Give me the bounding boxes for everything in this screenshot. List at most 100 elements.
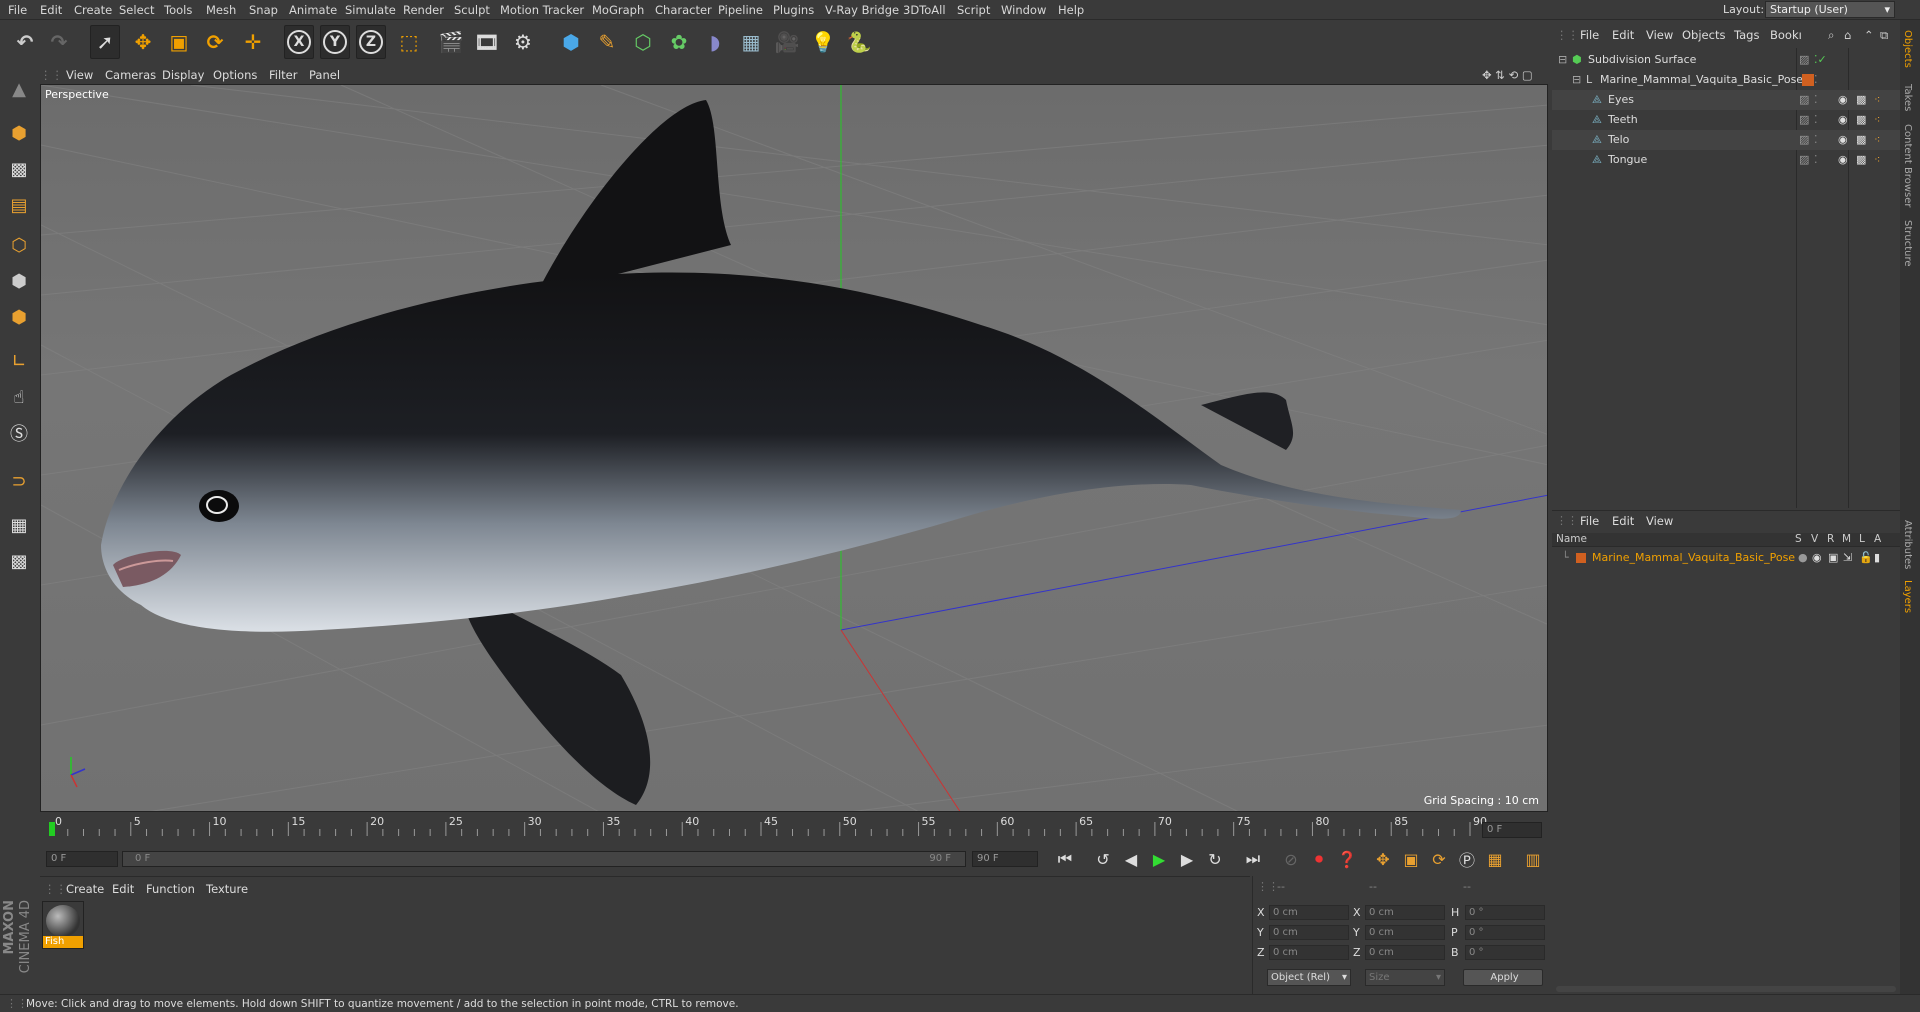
redo-icon[interactable]: ↷ — [44, 25, 74, 59]
texture-tag-icon[interactable]: ▩ — [1856, 133, 1866, 146]
range-slider[interactable]: 0 F 90 F — [122, 851, 966, 867]
object-row-tongue[interactable]: ⟁ Tongue ▨ ⁚ ◉ ▩ ⁖ — [1552, 150, 1900, 170]
menu-plugins[interactable]: Plugins — [773, 3, 814, 17]
rot-h-field[interactable]: 0 ° — [1465, 905, 1545, 920]
object-menu-file[interactable]: File — [1580, 28, 1599, 42]
menu-window[interactable]: Window — [1001, 3, 1046, 17]
next-key-icon[interactable]: ↻ — [1202, 846, 1228, 872]
rotate-icon[interactable]: ⟳ — [200, 25, 230, 59]
point-mode-icon[interactable]: ⬡ — [4, 230, 34, 260]
tab-content-browser[interactable]: Content Browser — [1902, 124, 1913, 207]
viewport-menu-cameras[interactable]: Cameras — [105, 68, 156, 82]
menu-animate[interactable]: Animate — [289, 3, 337, 17]
size-z-field[interactable]: 0 cm — [1365, 945, 1445, 960]
edge-mode-icon[interactable]: ⬢ — [4, 266, 34, 296]
3d-viewport[interactable]: Perspective Grid Spacing : 10 cm — [40, 84, 1548, 812]
material-tag-icon[interactable]: ◉ — [1838, 93, 1848, 106]
home-icon[interactable]: ⌂ — [1844, 28, 1851, 42]
render-settings-icon[interactable]: ⚙ — [508, 25, 538, 59]
size-x-field[interactable]: 0 cm — [1365, 905, 1445, 920]
coord-mode-select[interactable]: Object (Rel) ▾ — [1267, 969, 1351, 986]
camera-icon[interactable]: 🎥 — [772, 25, 802, 59]
visibility-dots-icon[interactable]: ⁚ — [1814, 93, 1818, 106]
deformer-icon[interactable]: ◗ — [700, 25, 730, 59]
cube-icon[interactable]: ⬢ — [556, 25, 586, 59]
tab-attributes[interactable]: Attributes — [1902, 520, 1913, 569]
texture-tag-icon[interactable]: ▩ — [1856, 153, 1866, 166]
layer-menu-file[interactable]: File — [1580, 514, 1599, 528]
magnet-icon[interactable]: ⊃ — [4, 466, 34, 496]
selection-tag-icon[interactable]: ⁖ — [1874, 153, 1880, 166]
object-row-subdivision-surface[interactable]: ⊟ ⬢ Subdivision Surface ▨ ⁚✓ — [1552, 50, 1900, 70]
search-icon[interactable]: ⌕ — [1828, 28, 1834, 43]
selection-tag-icon[interactable]: ⁖ — [1874, 93, 1880, 106]
make-editable-icon[interactable]: ▲ — [4, 74, 34, 104]
menu-tools[interactable]: Tools — [164, 3, 192, 17]
visibility-dots-icon[interactable]: ⁚ — [1814, 113, 1818, 126]
record-icon[interactable]: ⏺ — [1306, 846, 1332, 872]
menu-vray-bridge[interactable]: V-Ray Bridge — [825, 3, 899, 17]
tweak-mode-icon[interactable]: ☝ — [4, 382, 34, 412]
play-icon[interactable]: ▶ — [1146, 846, 1172, 872]
tab-layers[interactable]: Layers — [1902, 580, 1913, 613]
model-mode-icon[interactable]: ⬢ — [4, 118, 34, 148]
lock-icon[interactable]: 🔓 — [1859, 551, 1873, 564]
planar-workplane-icon[interactable]: ▩ — [4, 546, 34, 576]
manager-icon[interactable]: ⇲ — [1843, 551, 1852, 564]
render-view-icon[interactable]: 🎬 — [436, 25, 466, 59]
menu-edit[interactable]: Edit — [40, 3, 62, 17]
key-scale-icon[interactable]: ▣ — [1398, 846, 1424, 872]
autokey-icon[interactable]: ❓ — [1334, 846, 1360, 872]
menu-render[interactable]: Render — [403, 3, 444, 17]
material-menu-function[interactable]: Function — [146, 882, 195, 896]
viewport-menu-view[interactable]: View — [66, 68, 93, 82]
menu-create[interactable]: Create — [74, 3, 112, 17]
eye-icon[interactable]: ◉ — [1812, 551, 1822, 564]
selection-tag-icon[interactable]: ⁖ — [1874, 113, 1880, 126]
viewport-nav-icons[interactable]: ✥ ⇅ ⟲ ▢ — [1482, 68, 1533, 82]
key-move-icon[interactable]: ✥ — [1370, 846, 1396, 872]
layer-row[interactable]: └ Marine_Mammal_Vaquita_Basic_Pose ● ◉ ▣… — [1552, 549, 1900, 567]
workplane-mode-icon[interactable]: ▤ — [4, 190, 34, 220]
render-icon[interactable]: ▣ — [1828, 551, 1838, 564]
menu-motion-tracker[interactable]: Motion Tracker — [500, 3, 584, 17]
solo-icon[interactable]: ● — [1798, 551, 1808, 564]
key-param-icon[interactable]: Ⓟ — [1454, 846, 1480, 872]
menu-script[interactable]: Script — [957, 3, 990, 17]
rot-b-field[interactable]: 0 ° — [1465, 945, 1545, 960]
check-icon[interactable]: ⁚✓ — [1814, 53, 1827, 66]
render-picture-viewer-icon[interactable]: 🎞 — [472, 25, 502, 59]
tab-structure[interactable]: Structure — [1902, 220, 1913, 267]
coord-size-select[interactable]: Size ▾ — [1365, 969, 1445, 986]
python-icon[interactable]: 🐍 — [844, 25, 874, 59]
layout-select[interactable]: Startup (User) ▾ — [1765, 1, 1895, 18]
menu-help[interactable]: Help — [1058, 3, 1084, 17]
material-tag-icon[interactable]: ◉ — [1838, 153, 1848, 166]
visibility-dots-icon[interactable]: ⁚ — [1814, 133, 1818, 146]
menu-file[interactable]: File — [8, 3, 27, 17]
object-menu-objects[interactable]: Objects — [1682, 28, 1725, 42]
floor-icon[interactable]: ▦ — [736, 25, 766, 59]
key-pla-icon[interactable]: ▦ — [1482, 846, 1508, 872]
menu-simulate[interactable]: Simulate — [345, 3, 396, 17]
viewport-menu-display[interactable]: Display — [162, 68, 204, 82]
nurbs-icon[interactable]: ⬡ — [628, 25, 658, 59]
object-row-telo[interactable]: ⟁ Telo ▨ ⁚ ◉ ▩ ⁖ — [1552, 130, 1900, 150]
horizontal-scrollbar[interactable] — [1556, 986, 1896, 992]
object-menu-edit[interactable]: Edit — [1612, 28, 1634, 42]
tab-objects[interactable]: Objects — [1902, 30, 1913, 68]
material-menu-create[interactable]: Create — [66, 882, 104, 896]
move-icon[interactable]: ✥ — [128, 25, 158, 59]
object-row-eyes[interactable]: ⟁ Eyes ▨ ⁚ ◉ ▩ ⁖ — [1552, 90, 1900, 110]
polygon-mode-icon[interactable]: ⬢ — [4, 302, 34, 332]
timeline-window-icon[interactable]: ▥ — [1520, 846, 1546, 872]
y-axis-button[interactable]: Y — [320, 25, 350, 59]
lock-workplane-icon[interactable]: ▦ — [4, 510, 34, 540]
texture-mode-icon[interactable]: ▩ — [4, 154, 34, 184]
viewport-menu-filter[interactable]: Filter — [269, 68, 297, 82]
pen-icon[interactable]: ✎ — [592, 25, 622, 59]
material-tag-icon[interactable]: ◉ — [1838, 133, 1848, 146]
size-y-field[interactable]: 0 cm — [1365, 925, 1445, 940]
menu-select[interactable]: Select — [119, 3, 154, 17]
layer-name[interactable]: Marine_Mammal_Vaquita_Basic_Pose — [1592, 551, 1795, 564]
